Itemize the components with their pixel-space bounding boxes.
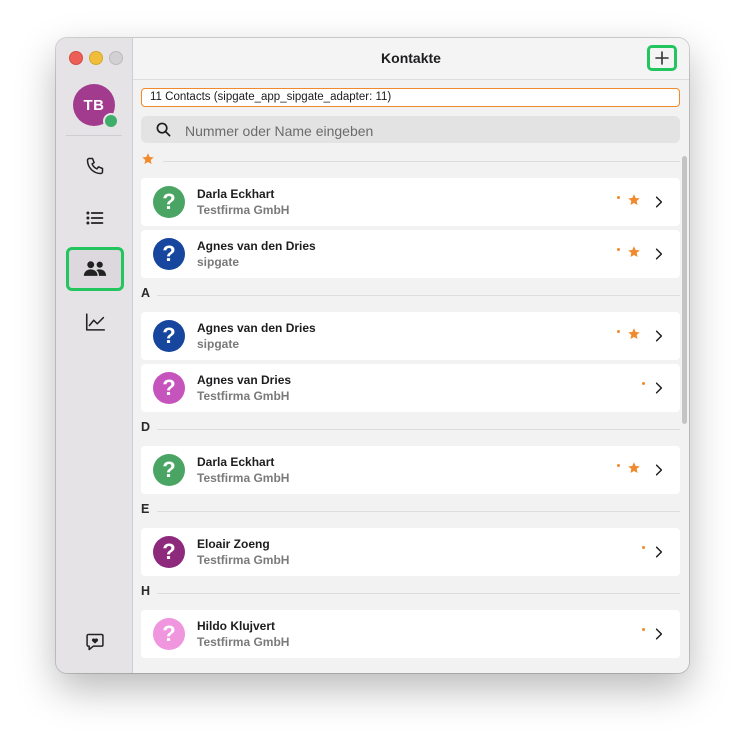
contact-avatar: ? [153, 186, 185, 218]
search-bar[interactable] [141, 116, 680, 145]
contacts-icon [83, 261, 107, 276]
unknown-contact-icon: ? [162, 457, 176, 482]
feedback-button[interactable] [66, 620, 124, 664]
contact-avatar: ? [153, 454, 185, 486]
unknown-contact-icon: ? [162, 375, 176, 400]
chevron-right-icon [655, 247, 663, 265]
plus-icon [655, 51, 669, 65]
contact-row[interactable]: ? Agnes van Dries Testfirma GmbH [141, 364, 680, 412]
favorite-star-icon[interactable] [627, 327, 641, 346]
section-divider [157, 511, 680, 512]
search-input[interactable] [183, 116, 667, 145]
sidebar-item-list[interactable] [66, 196, 124, 240]
contact-company: Testfirma GmbH [197, 635, 290, 649]
window-maximize-button[interactable] [109, 51, 123, 65]
contact-name: Agnes van den Dries [197, 321, 316, 335]
contact-name: Agnes van den Dries [197, 239, 316, 253]
section-label: H [141, 584, 151, 598]
phone-icon [86, 157, 104, 175]
title-bar: Kontakte [133, 38, 689, 80]
contact-list[interactable]: ? Darla Eckhart Testfirma GmbH? Agnes van d… [133, 152, 689, 673]
contacts-count-banner: 11 Contacts (sipgate_app_sipgate_adapter… [141, 88, 680, 107]
unknown-contact-icon: ? [162, 621, 176, 646]
contact-row[interactable]: ? Darla Eckhart Testfirma GmbH [141, 178, 680, 226]
section-label: E [141, 502, 150, 516]
chevron-right-icon [655, 463, 663, 481]
section-divider [157, 295, 680, 296]
contact-name: Darla Eckhart [197, 187, 275, 201]
contact-company: sipgate [197, 337, 240, 351]
contact-name: Darla Eckhart [197, 455, 275, 469]
search-icon [156, 122, 171, 137]
contact-name: Eloair Zoeng [197, 537, 270, 551]
status-dot [617, 248, 620, 251]
main-panel: Kontakte 11 Contacts (sipgate_app_sipgat… [133, 38, 689, 673]
unknown-contact-icon: ? [162, 323, 176, 348]
section-divider [163, 161, 680, 162]
contact-avatar: ? [153, 536, 185, 568]
status-dot [642, 382, 645, 385]
add-contact-button[interactable] [647, 45, 677, 71]
contact-row[interactable]: ? Eloair Zoeng Testfirma GmbH [141, 528, 680, 576]
user-initials: TB [83, 96, 105, 114]
status-dot [617, 330, 620, 333]
contact-row[interactable]: ? Agnes van den Dries sipgate [141, 230, 680, 278]
status-dot [617, 464, 620, 467]
contact-avatar: ? [153, 320, 185, 352]
contact-name: Hildo Klujvert [197, 619, 276, 633]
contact-row[interactable]: ? Darla Eckhart Testfirma GmbH [141, 446, 680, 494]
contact-avatar: ? [153, 372, 185, 404]
section-header [141, 152, 680, 170]
chevron-right-icon [655, 545, 663, 563]
unknown-contact-icon: ? [162, 241, 176, 266]
contact-name: Agnes van Dries [197, 373, 292, 387]
scrollbar-thumb[interactable] [682, 156, 687, 424]
window-minimize-button[interactable] [89, 51, 103, 65]
unknown-contact-icon: ? [162, 539, 176, 564]
contact-company: Testfirma GmbH [197, 203, 290, 217]
chevron-right-icon [655, 381, 663, 399]
favorite-star-icon[interactable] [627, 461, 641, 480]
contact-avatar: ? [153, 618, 185, 650]
section-divider [157, 593, 680, 594]
app-window: TB Kontakte 11 Contacts (sipgate_app_sip… [56, 38, 689, 673]
status-dot [642, 546, 645, 549]
section-header: H [141, 584, 680, 602]
contact-avatar: ? [153, 238, 185, 270]
status-dot [617, 196, 620, 199]
page-title: Kontakte [381, 50, 441, 66]
section-header: D [141, 420, 680, 438]
section-header: E [141, 502, 680, 520]
contact-row[interactable]: ? Hildo Klujvert Testfirma GmbH [141, 610, 680, 658]
window-close-button[interactable] [69, 51, 83, 65]
sidebar-divider [66, 135, 122, 136]
section-divider [157, 429, 680, 430]
sidebar-item-phone[interactable] [66, 144, 124, 188]
chevron-right-icon [655, 329, 663, 347]
contact-company: sipgate [197, 255, 240, 269]
favorite-star-icon[interactable] [627, 245, 641, 264]
chevron-right-icon [655, 627, 663, 645]
section-header: A [141, 286, 680, 304]
sidebar: TB [56, 38, 133, 673]
favorite-star-icon[interactable] [627, 193, 641, 212]
section-label: D [141, 420, 151, 434]
favorites-star-icon [141, 152, 155, 171]
contact-company: Testfirma GmbH [197, 553, 290, 567]
chevron-right-icon [655, 195, 663, 213]
unknown-contact-icon: ? [162, 189, 176, 214]
list-icon [86, 211, 104, 225]
contact-row[interactable]: ? Agnes van den Dries sipgate [141, 312, 680, 360]
sidebar-item-contacts[interactable] [66, 247, 124, 291]
contact-company: Testfirma GmbH [197, 389, 290, 403]
section-label: A [141, 286, 151, 300]
presence-indicator [103, 113, 119, 129]
sidebar-item-statistics[interactable] [66, 300, 124, 344]
chart-icon [85, 313, 105, 331]
heart-chat-icon [86, 633, 104, 651]
contact-company: Testfirma GmbH [197, 471, 290, 485]
status-dot [642, 628, 645, 631]
